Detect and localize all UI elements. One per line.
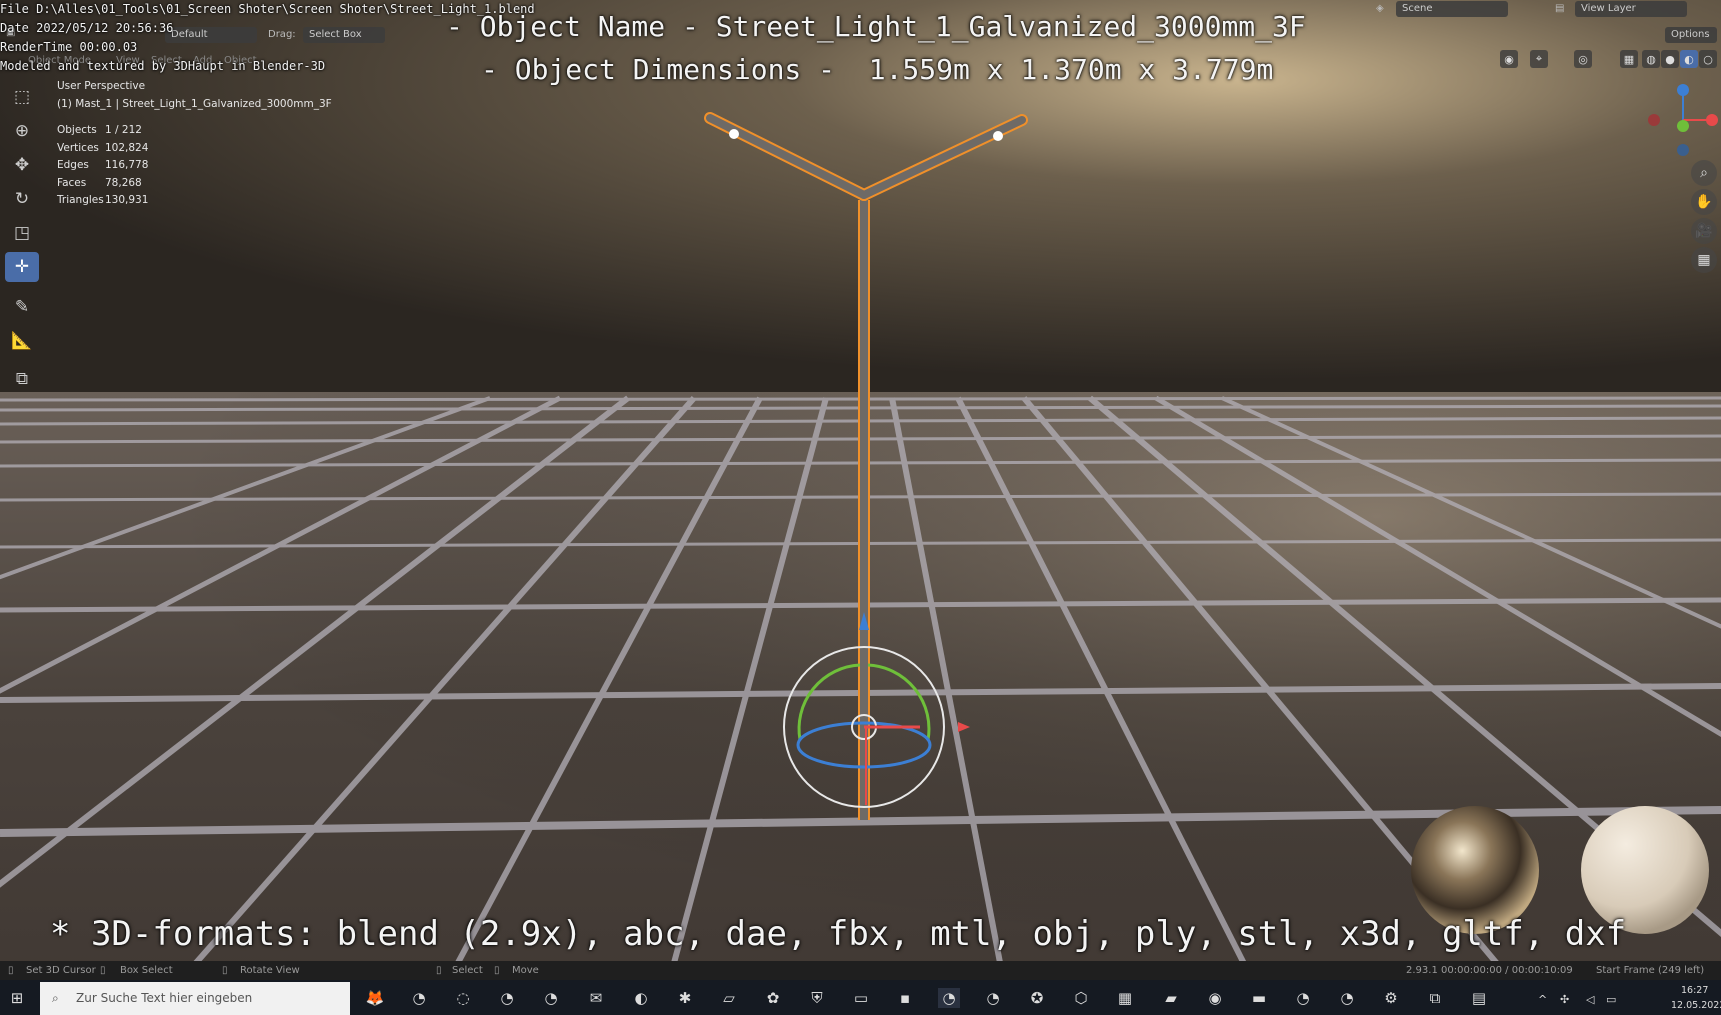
object-dimensions-title: - Object Dimensions - 1.559m x 1.370m x … <box>481 53 1274 86</box>
status-start-frame: Start Frame (249 left) <box>1596 965 1705 976</box>
author-stamp: Modeled and textured by 3DHaupt in Blend… <box>0 59 326 73</box>
mouse-right-icon: ▯ <box>436 965 442 976</box>
mouse-left-icon: ▯ <box>8 965 14 976</box>
notepad-icon[interactable]: ▱ <box>718 988 740 1008</box>
annotate-icon[interactable]: ✎ <box>5 292 39 322</box>
wireframe-shading-icon[interactable]: ◍ <box>1642 50 1660 68</box>
camera-view-icon[interactable]: 🎥 <box>1691 218 1717 244</box>
mouse-drag-icon: ▯ <box>100 965 106 976</box>
cube-icon[interactable]: ⬡ <box>1070 988 1092 1008</box>
gear-icon[interactable]: ⚙ <box>1380 988 1402 1008</box>
render-time-stamp: RenderTime 00:00.03 <box>0 40 138 54</box>
mouse-middle-icon: ▯ <box>222 965 228 976</box>
clock-time[interactable]: 16:27 <box>1681 985 1708 996</box>
status-bar: ▯ Set 3D Cursor ▯ Box Select ▯ Rotate Vi… <box>0 961 1721 980</box>
terminal-icon[interactable]: ▭ <box>850 988 872 1008</box>
view-layer-icon: ▤ <box>1555 3 1565 14</box>
tray-battery-icon[interactable]: ▭ <box>1606 993 1616 1006</box>
search-icon: ⌕ <box>52 991 59 1005</box>
transform-icon[interactable]: ✛ <box>5 252 39 282</box>
blender-app-icon[interactable]: ◔ <box>982 988 1004 1008</box>
tray-network-icon[interactable]: ✣ <box>1560 993 1569 1006</box>
drag-select[interactable]: Select Box <box>303 27 385 43</box>
obs-record-icon[interactable]: ◉ <box>1204 988 1226 1008</box>
solid-shading-icon[interactable]: ● <box>1661 50 1679 68</box>
blender-app-icon[interactable]: ◔ <box>408 988 430 1008</box>
viewport-perspective-label: User Perspective <box>57 80 146 92</box>
xray-icon[interactable]: ▦ <box>1620 50 1638 68</box>
gizmo-toggle-icon[interactable]: ⌖ <box>1530 50 1548 68</box>
ortho-grid-icon[interactable]: ▦ <box>1691 247 1717 273</box>
stat-triangles: Triangles 130,931 <box>57 194 149 206</box>
tray-speaker-icon[interactable]: ◁ <box>1586 993 1594 1006</box>
orientation-select[interactable]: Default <box>165 27 257 43</box>
scene-icon: ◈ <box>1376 3 1384 14</box>
cursor-icon[interactable]: ⊕ <box>5 116 39 146</box>
scene-select[interactable]: Scene <box>1396 1 1508 17</box>
viewport-scene <box>0 0 1721 1015</box>
taskbar-search-box[interactable]: ⌕ Zur Suche Text hier eingeben <box>40 982 350 1015</box>
rotate-icon[interactable]: ↻ <box>5 184 39 214</box>
overlay-toggle-icon[interactable]: ◎ <box>1574 50 1592 68</box>
options-button[interactable]: Options <box>1665 27 1717 43</box>
mouse-move-icon: ▯ <box>494 965 500 976</box>
visibility-icon[interactable]: ◉ <box>1500 50 1518 68</box>
scale-icon[interactable]: ◳ <box>5 218 39 248</box>
select-box-icon[interactable]: ⬚ <box>5 82 39 112</box>
blender-app-icon[interactable]: ◔ <box>1292 988 1314 1008</box>
status-version-time: 2.93.1 00:00:00:00 / 00:00:10:09 <box>1406 965 1573 976</box>
calendar-icon[interactable]: ▦ <box>1114 988 1136 1008</box>
clock-date[interactable]: 12.05.2022 <box>1671 1000 1721 1011</box>
blender-active-icon[interactable]: ◔ <box>938 988 960 1008</box>
stat-vertices: Vertices 102,824 <box>57 141 149 154</box>
zoom-icon[interactable]: ⌕ <box>1691 160 1717 186</box>
drag-label: Drag: <box>268 29 296 40</box>
network-app-icon[interactable]: ⧉ <box>1424 988 1446 1008</box>
bug-icon[interactable]: ✱ <box>674 988 696 1008</box>
blender-app-icon[interactable]: ◔ <box>496 988 518 1008</box>
nvidia-icon[interactable]: ▰ <box>1160 988 1182 1008</box>
move-icon[interactable]: ✥ <box>5 150 39 180</box>
panda-icon[interactable]: ✪ <box>1026 988 1048 1008</box>
stat-faces: Faces 78,268 <box>57 176 142 189</box>
blender-app-icon[interactable]: ◔ <box>1336 988 1358 1008</box>
tray-chevron-icon[interactable]: ^ <box>1538 993 1547 1006</box>
status-rotate-view: Rotate View <box>240 965 300 976</box>
firefox-icon[interactable]: 🦊 <box>364 988 386 1008</box>
object-name-title: - Object Name - Street_Light_1_Galvanize… <box>446 10 1306 43</box>
active-object-label: (1) Mast_1 | Street_Light_1_Galvanized_3… <box>57 98 332 110</box>
chrome-circle-icon[interactable]: ◌ <box>452 988 474 1008</box>
status-set-cursor: Set 3D Cursor <box>26 965 96 976</box>
formats-caption: * 3D-formats: blend (2.9x), abc, dae, fb… <box>50 914 1627 954</box>
search-placeholder: Zur Suche Text hier eingeben <box>76 991 253 1005</box>
pan-hand-icon[interactable]: ✋ <box>1691 189 1717 215</box>
mail-icon[interactable]: ✉ <box>585 988 607 1008</box>
shield-icon[interactable]: ⛨ <box>806 988 828 1008</box>
stat-objects: Objects 1 / 212 <box>57 124 142 136</box>
stat-edges: Edges 116,778 <box>57 159 149 171</box>
scene-statistics: Objects 1 / 212 Vertices 102,824 Edges 116,… <box>57 124 148 212</box>
folder-icon[interactable]: ▬ <box>1248 988 1270 1008</box>
explorer-icon[interactable]: ▤ <box>1468 988 1490 1008</box>
edge-browser-icon[interactable]: ◐ <box>630 988 652 1008</box>
window-app-icon[interactable]: ▪ <box>894 988 916 1008</box>
status-box-select: Box Select <box>120 965 173 976</box>
paint-icon[interactable]: ✿ <box>762 988 784 1008</box>
status-move: Move <box>512 965 539 976</box>
rendered-shading-icon[interactable]: ○ <box>1699 50 1717 68</box>
3d-viewport[interactable]: ▣ Object Mode View Select Add Object Def… <box>0 0 1721 1015</box>
measure-icon[interactable]: 📐 <box>5 326 39 356</box>
date-stamp: Date 2022/05/12 20:56:36 <box>0 21 174 35</box>
status-select: Select <box>452 965 483 976</box>
view-layer-select[interactable]: View Layer <box>1575 1 1687 17</box>
material-shading-icon[interactable]: ◐ <box>1680 50 1698 68</box>
windows-start-icon[interactable]: ⊞ <box>6 988 28 1008</box>
add-cube-icon[interactable]: ⧉ <box>5 364 39 394</box>
blender-app-icon[interactable]: ◔ <box>540 988 562 1008</box>
